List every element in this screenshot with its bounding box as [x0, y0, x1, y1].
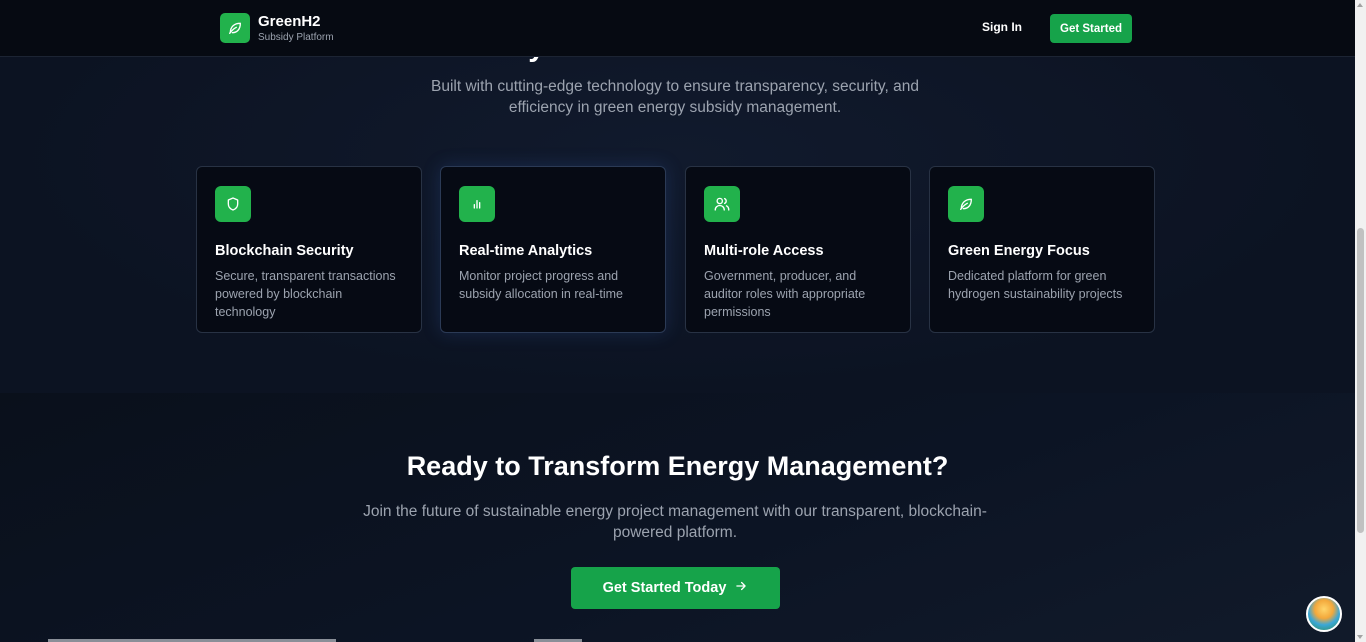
- get-started-button[interactable]: Get Started: [1050, 14, 1132, 43]
- card-title: Real-time Analytics: [459, 243, 593, 259]
- users-icon: [704, 186, 740, 222]
- avatar[interactable]: [1306, 596, 1342, 632]
- bar-chart-icon: [459, 186, 495, 222]
- leaf-icon: [948, 186, 984, 222]
- card-description: Monitor project progress and subsidy all…: [459, 269, 623, 301]
- card-title: Green Energy Focus: [948, 243, 1090, 259]
- features-subtitle: Built with cutting-edge technology to en…: [431, 78, 919, 116]
- card-title: Multi-role Access: [704, 243, 824, 259]
- feature-card-green-energy-focus: Green Energy Focus Dedicated platform fo…: [929, 166, 1155, 333]
- cta-title: Ready to Transform Energy Management?: [406, 451, 949, 481]
- feature-card-multirole-access: Multi-role Access Government, producer, …: [685, 166, 911, 333]
- logo-leaf-icon[interactable]: [220, 13, 250, 43]
- arrow-right-icon: [734, 579, 748, 597]
- card-title: Blockchain Security: [215, 243, 354, 259]
- brand-subtitle: Subsidy Platform: [258, 32, 334, 43]
- features-section: Why Choose Our Platform? Built with cutt…: [0, 0, 1355, 393]
- scrollbar[interactable]: [1355, 0, 1366, 642]
- card-description: Government, producer, and auditor roles …: [704, 269, 866, 319]
- shield-icon: [215, 186, 251, 222]
- brand-name[interactable]: GreenH2: [258, 13, 321, 30]
- cta-subtitle: Join the future of sustainable energy pr…: [363, 503, 987, 541]
- card-description: Secure, transparent transactions powered…: [215, 269, 396, 319]
- get-started-today-button[interactable]: Get Started Today: [571, 567, 780, 609]
- card-description: Dedicated platform for green hydrogen su…: [948, 269, 1123, 301]
- sign-in-link[interactable]: Sign In: [982, 20, 1022, 34]
- scrollbar-thumb[interactable]: [1357, 228, 1364, 533]
- scroll-down-arrow-icon[interactable]: [1357, 635, 1363, 639]
- cta-button-label: Get Started Today: [602, 580, 727, 596]
- scroll-up-arrow-icon[interactable]: [1357, 3, 1363, 7]
- page: Why Choose Our Platform? Built with cutt…: [0, 0, 1355, 642]
- feature-card-blockchain-security: Blockchain Security Secure, transparent …: [196, 166, 422, 333]
- top-navbar: GreenH2 Subsidy Platform Sign In Get Sta…: [0, 0, 1355, 57]
- feature-card-realtime-analytics: Real-time Analytics Monitor project prog…: [440, 166, 666, 333]
